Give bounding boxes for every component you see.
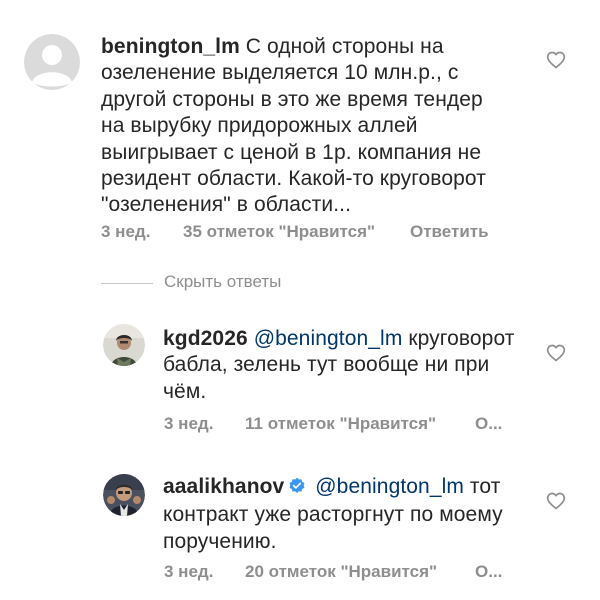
reply-time[interactable]: 3 нед. [164,562,213,582]
reply-comment: kgd2026 @benington_lm круговорот бабла, … [0,318,600,438]
hide-replies-label[interactable]: Скрыть ответы [164,272,281,292]
comment-text-line: С одной стороны на [239,35,444,58]
reply-button[interactable]: Ответить [410,222,489,242]
comment-main: benington_lm С одной стороны на озеленен… [0,0,600,250]
reply-text-line: поручению. [163,529,277,553]
reply-avatar[interactable] [103,324,145,366]
like-button[interactable] [546,50,566,70]
user-photo-avatar-icon [103,324,145,366]
comment-text: benington_lm С одной стороны на озеленен… [101,34,551,219]
comment-username[interactable]: benington_lm [101,35,240,58]
reply-likes[interactable]: 20 отметок "Нравится" [245,562,437,582]
reply-avatar[interactable] [103,474,145,516]
comment-text-line: выигрывает с ценой в 1р. компания не [101,140,482,164]
reply-text-line: круговорот [402,327,515,350]
reply-text-line: бабла, зелень тут вообще ни при [163,353,490,377]
reply-button[interactable]: О... [475,562,502,582]
reply-likes[interactable]: 11 отметок "Нравится" [245,414,436,434]
divider [101,283,153,284]
like-button[interactable] [546,343,566,363]
comment-text-line: "озеленения" в области... [101,193,352,217]
comment-avatar[interactable] [24,34,80,90]
reply-comment: aaalikhanov @benington_lm тот контракт у… [0,466,600,586]
reply-text-line: тот [463,475,501,498]
default-avatar-icon [24,34,80,90]
verified-badge-icon [288,476,306,502]
heart-outline-icon [546,492,566,510]
reply-text: kgd2026 @benington_lm круговорот бабла, … [163,326,553,405]
heart-outline-icon [546,51,566,69]
mention-link[interactable]: @benington_lm [315,475,464,498]
reply-username[interactable]: kgd2026 [163,327,248,350]
reply-button[interactable]: О... [475,414,502,434]
comment-likes[interactable]: 35 отметок "Нравится" [183,222,375,242]
like-button[interactable] [546,491,566,511]
comment-text-line: другой стороны в это же время тендер [101,87,483,111]
reply-time[interactable]: 3 нед. [164,414,213,434]
comment-text-line: на вырубку придорожных аллей [101,114,418,138]
comment-text-line: резидент области. Какой-то круговорот [101,167,486,191]
reply-text: aaalikhanov @benington_lm тот контракт у… [163,474,553,555]
heart-outline-icon [546,344,566,362]
comment-text-line: озеленение выделяется 10 млн.р., с [101,61,459,85]
user-photo-avatar-icon [103,474,145,516]
comment-time[interactable]: 3 нед. [101,222,150,242]
mention-link[interactable]: @benington_lm [254,327,403,350]
reply-text-line: контракт уже расторгнут по моему [163,503,503,527]
reply-text-line: чём. [163,379,207,403]
reply-username[interactable]: aaalikhanov [163,475,284,498]
